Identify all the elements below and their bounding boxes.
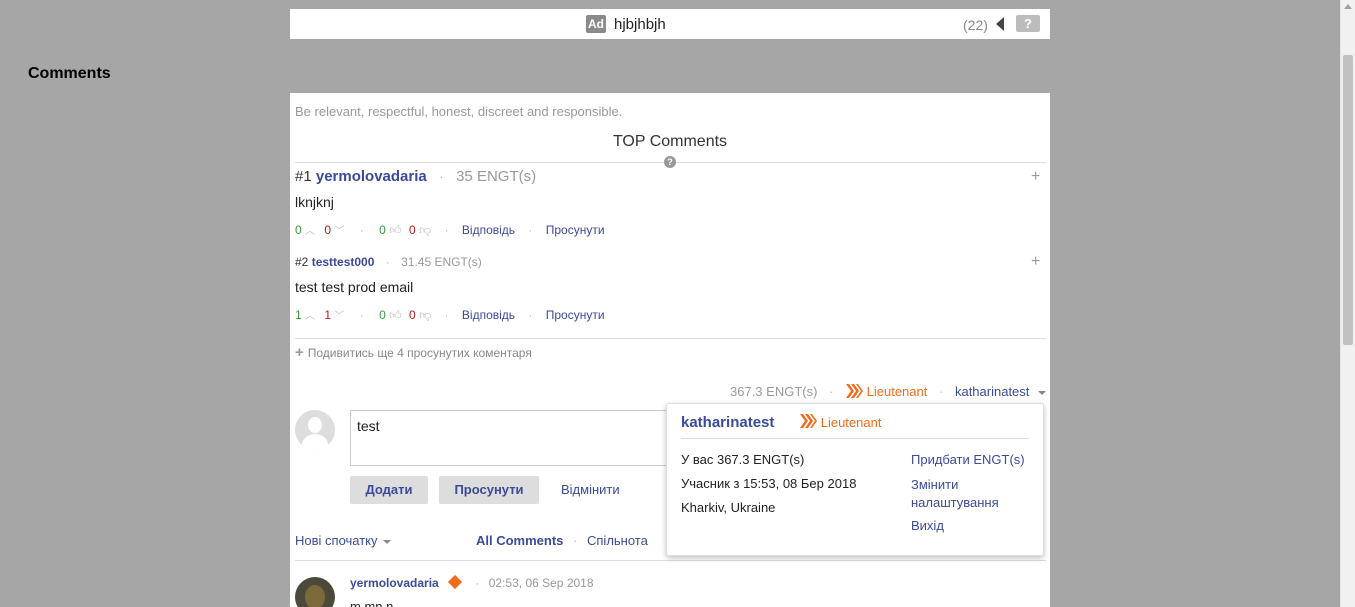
comment-text: test test prod email	[295, 279, 414, 295]
dislike-count: 0	[409, 223, 416, 237]
diamond-rank-icon	[447, 574, 463, 590]
expand-plus-icon[interactable]: +	[1031, 253, 1040, 271]
ad-prev-icon[interactable]	[996, 17, 1004, 31]
add-comment-button[interactable]: Додати	[350, 476, 428, 504]
logout-link[interactable]: Вихід	[911, 518, 944, 533]
popup-header: katharinatest Lieutenant	[681, 413, 881, 433]
avatar[interactable]	[295, 577, 335, 607]
thumbs-up-icon[interactable]: 👍︎	[389, 308, 402, 323]
scrollbar-thumb[interactable]	[1343, 55, 1353, 345]
popup-balance: У вас 367.3 ENGT(s)	[681, 452, 805, 467]
reply-link[interactable]: Відповідь	[462, 223, 515, 237]
separator-dot: ·	[829, 383, 834, 399]
comment-rank: #1	[295, 168, 312, 185]
thumbs-down-icon[interactable]: 👎︎	[419, 308, 431, 323]
popup-member-since: Учасник з 15:53, 08 Бер 2018	[681, 476, 857, 491]
user-engt: 367.3 ENGT(s)	[730, 383, 818, 399]
downvote-count: 1	[324, 308, 332, 322]
ad-badge: Ad	[586, 15, 606, 33]
comment-header: yermolovadaria · 02:53, 06 Sep 2018	[350, 574, 594, 590]
thumbs-up-icon[interactable]: 👍︎	[389, 223, 402, 238]
upvote-chevron-icon[interactable]: ︿	[305, 222, 315, 237]
divider	[295, 338, 1046, 339]
like-count: 0	[379, 223, 386, 237]
promote-link[interactable]: Просунути	[546, 308, 605, 322]
top-comment-header: #2 testtest000 · 31.45 ENGT(s)	[295, 255, 482, 269]
divider	[681, 438, 1029, 439]
separator-dot: ·	[444, 223, 449, 237]
separator-dot: ·	[444, 308, 449, 322]
separator-dot: ·	[385, 255, 390, 269]
upvote-chevron-icon[interactable]: ︿	[305, 307, 315, 322]
comment-actions: 0 ︿ 0 ﹀ · 0 👍︎ 0 👎︎ · Відповідь · Просун…	[295, 222, 605, 238]
lieutenant-rank-icon	[799, 413, 817, 433]
separator-dot: ·	[528, 308, 533, 322]
dislike-count: 0	[409, 308, 416, 322]
separator-dot: ·	[475, 576, 480, 590]
upvote-count: 1	[295, 308, 302, 322]
comment-actions: 1 ︿ 1 ﹀ · 0 👍︎ 0 👎︎ · Відповідь · Просун…	[295, 307, 605, 323]
comment-engt: 31.45 ENGT(s)	[401, 255, 482, 269]
comment-engt: 35 ENGT(s)	[456, 168, 537, 185]
change-settings-link[interactable]: Змінити налаштування	[911, 476, 1021, 512]
downvote-chevron-icon[interactable]: ﹀	[334, 222, 344, 237]
comment-text: m mn n	[350, 599, 394, 607]
comment-time: 02:53, 06 Sep 2018	[488, 576, 594, 590]
ad-bar: Ad hjbjhbjh (22) ?	[290, 9, 1050, 39]
comment-author-link[interactable]: yermolovadaria	[316, 168, 427, 185]
buy-engt-link[interactable]: Придбати ENGT(s)	[911, 452, 1025, 467]
like-count: 0	[379, 308, 386, 322]
sort-dropdown[interactable]: Нові спочатку	[295, 533, 391, 548]
downvote-chevron-icon[interactable]: ﹀	[334, 307, 344, 322]
separator-dot: ·	[359, 308, 364, 322]
ad-count: (22)	[963, 17, 988, 33]
comment-textarea[interactable]: test	[350, 410, 690, 466]
separator-dot: ·	[359, 223, 364, 237]
popup-rank: Lieutenant	[820, 414, 882, 430]
upvote-count: 0	[295, 223, 302, 237]
popup-username[interactable]: katharinatest	[681, 414, 774, 431]
chevron-down-icon	[382, 539, 391, 544]
thumbs-down-icon[interactable]: 👎︎	[419, 223, 431, 238]
scroll-up-icon[interactable]	[1344, 4, 1352, 9]
page-scrollbar[interactable]	[1340, 0, 1355, 607]
separator-dot: ·	[573, 533, 578, 548]
comment-rank: #2	[295, 255, 309, 269]
tab-all-comments[interactable]: All Comments	[476, 533, 563, 548]
filter-tabs: All Comments · Спільнота	[476, 533, 648, 548]
separator-dot: ·	[528, 223, 533, 237]
top-comments-help-icon[interactable]: ?	[664, 156, 676, 168]
see-more-promoted-link[interactable]: + Подивитись ще 4 просунутих коментаря	[295, 344, 532, 361]
community-rules: Be relevant, respectful, honest, discree…	[295, 104, 623, 119]
user-menu-popup: katharinatest Lieutenant У вас 367.3 ENG…	[666, 403, 1044, 556]
plus-icon: +	[295, 344, 304, 361]
comment-author-link[interactable]: testtest000	[312, 255, 375, 269]
avatar	[295, 410, 335, 450]
user-bar: 367.3 ENGT(s) · Lieutenant · katharinate…	[730, 383, 1047, 402]
sort-label: Нові спочатку	[295, 533, 378, 548]
expand-plus-icon[interactable]: +	[1031, 168, 1040, 186]
promote-link[interactable]: Просунути	[546, 223, 605, 237]
comments-heading: Comments	[28, 65, 111, 82]
reply-link[interactable]: Відповідь	[462, 308, 515, 322]
promote-button[interactable]: Просунути	[439, 476, 539, 504]
downvote-count: 0	[324, 223, 332, 237]
user-menu-toggle[interactable]: katharinatest	[955, 384, 1029, 399]
tab-community[interactable]: Спільнота	[587, 533, 648, 548]
see-more-label: Подивитись ще 4 просунутих коментаря	[307, 346, 532, 360]
lieutenant-rank-icon	[845, 383, 864, 402]
comment-text: lknjknj	[295, 194, 334, 210]
ad-text[interactable]: hjbjhbjh	[614, 16, 666, 33]
cancel-link[interactable]: Відмінити	[561, 482, 620, 497]
user-rank: Lieutenant	[866, 383, 928, 399]
popup-location: Kharkiv, Ukraine	[681, 500, 776, 515]
ad-help-button[interactable]: ?	[1016, 15, 1040, 32]
divider	[295, 560, 1046, 561]
separator-dot: ·	[438, 168, 444, 185]
chevron-down-icon[interactable]	[1038, 390, 1047, 395]
separator-dot: ·	[939, 383, 944, 399]
top-comment-header: #1 yermolovadaria · 35 ENGT(s)	[295, 168, 536, 185]
top-comments-title: TOP Comments	[612, 133, 728, 150]
comment-author-link[interactable]: yermolovadaria	[350, 576, 439, 590]
